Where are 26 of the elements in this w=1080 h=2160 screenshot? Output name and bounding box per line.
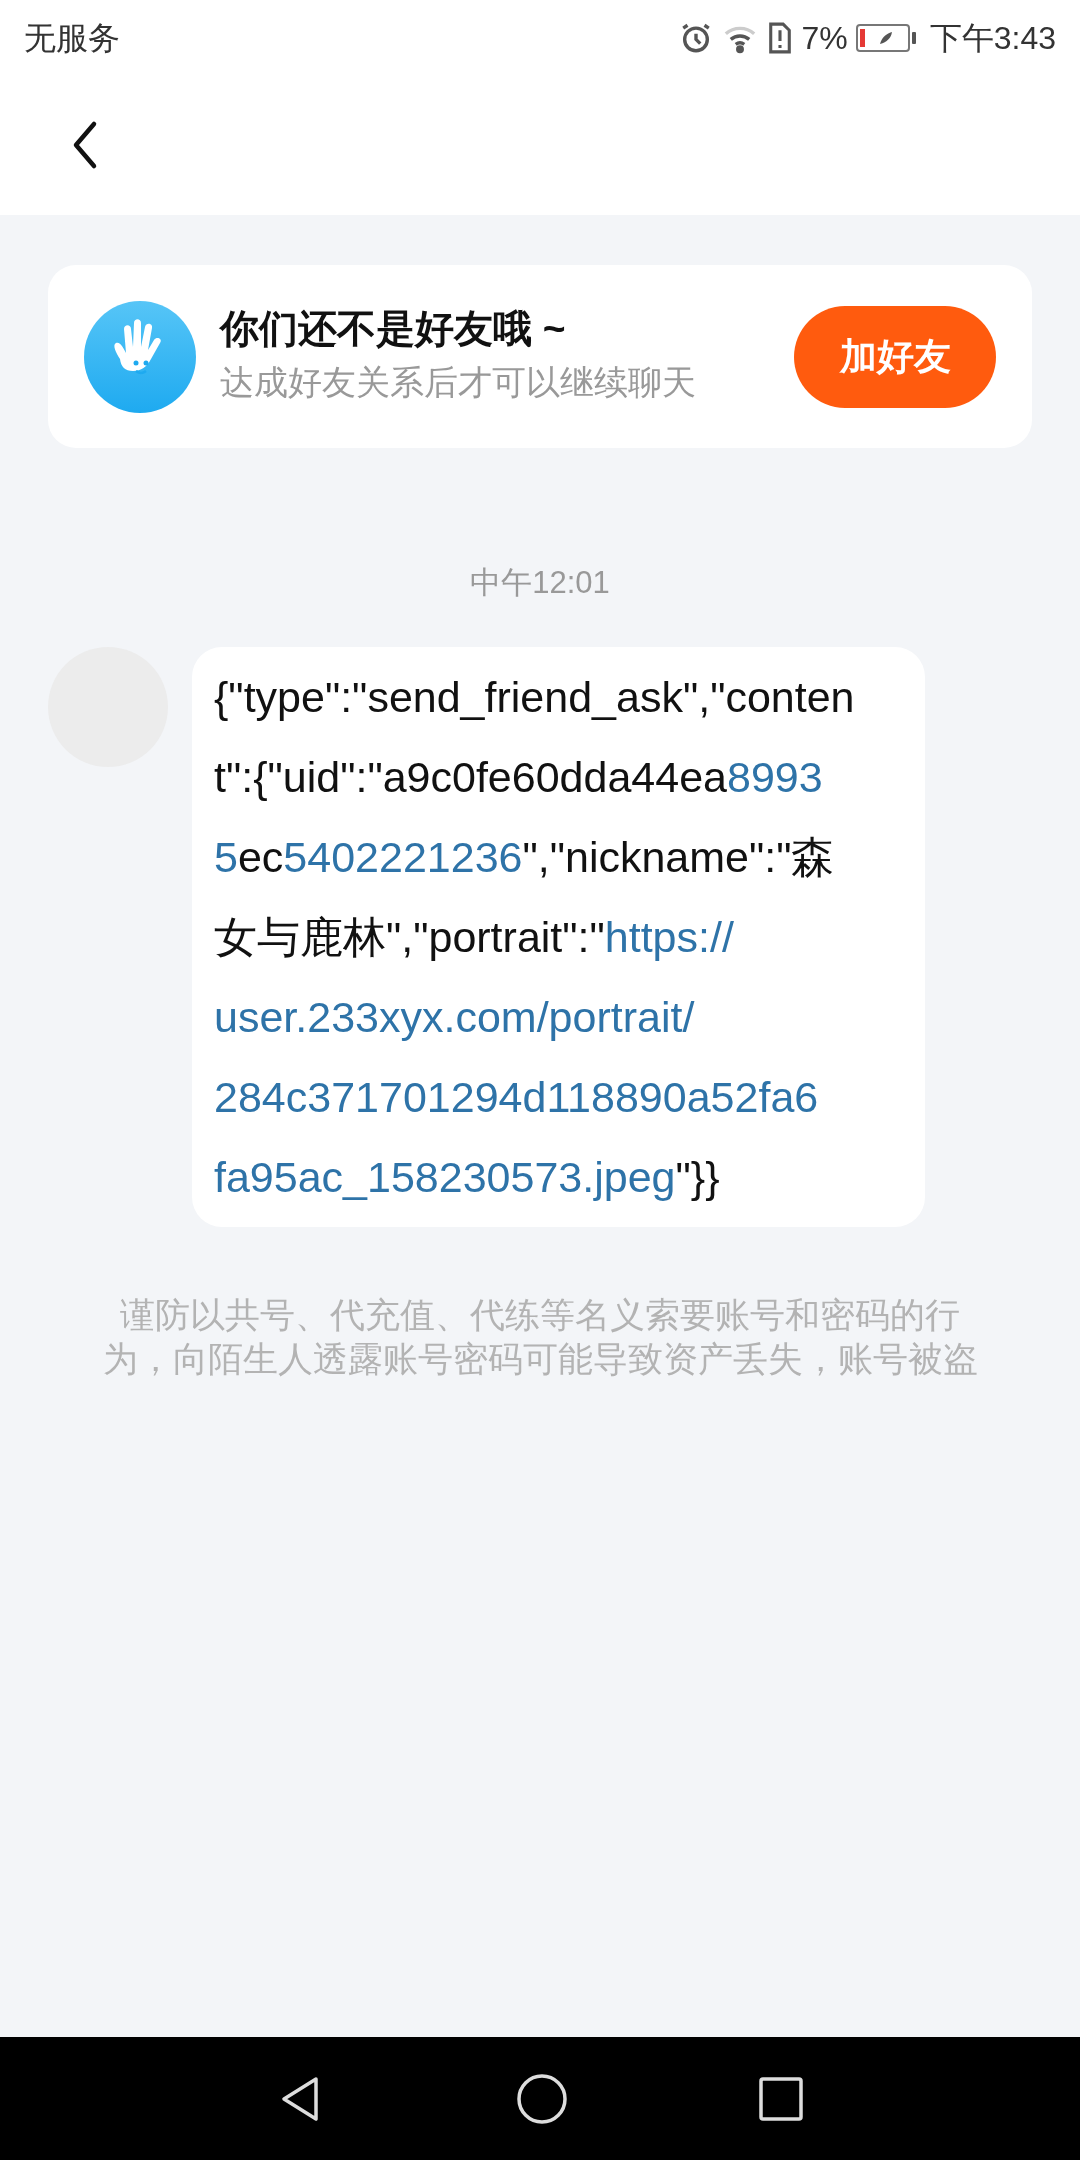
message-link[interactable]: user.233xyx.com/portrait/ (214, 976, 695, 1057)
message-time: 中午12:01 (470, 564, 610, 602)
message-link[interactable]: 5 (214, 816, 238, 897)
notice-title: 你们还不是好友哦 ~ (220, 305, 567, 352)
clock-text: 下午3:43 (929, 18, 1056, 58)
message-link[interactable]: fa95ac_158230573.jpeg (214, 1136, 676, 1217)
message-text: {"type":"send_friend_ask","conten (214, 671, 855, 723)
message-text: 女与鹿林","portrait":" (214, 911, 605, 963)
battery-percent: 7% (801, 18, 848, 58)
message-text: ec (237, 831, 284, 883)
message-link[interactable]: 284c371701294d118890a52fa6 (214, 1056, 819, 1137)
waving-hand-icon (84, 300, 196, 413)
home-nav-button[interactable] (516, 2072, 568, 2125)
notice-subtitle: 达成好友关系后才可以继续聊天 (220, 362, 696, 404)
message-text: t":{"uid":"a9c0fe60dda44ea (214, 751, 727, 803)
sim-alert-icon (767, 20, 794, 55)
add-friend-button[interactable]: 加好友 (794, 305, 996, 408)
battery-icon (855, 22, 918, 53)
message-link[interactable]: https:// (604, 896, 734, 977)
carrier-text: 无服务 (24, 18, 120, 58)
recents-nav-button[interactable] (758, 2075, 804, 2122)
message-link[interactable]: 8993 (727, 736, 823, 817)
message-text: ","nickname":"森 (522, 831, 835, 883)
security-warning: 谨防以共号、代充值、代练等名义索要账号和密码的行为，向陌生人透露账号密码可能导致资产丢失，账号被盗 (101, 1293, 979, 1380)
message-text: "}} (675, 1151, 720, 1203)
message-link[interactable]: 5402221236 (283, 816, 523, 897)
